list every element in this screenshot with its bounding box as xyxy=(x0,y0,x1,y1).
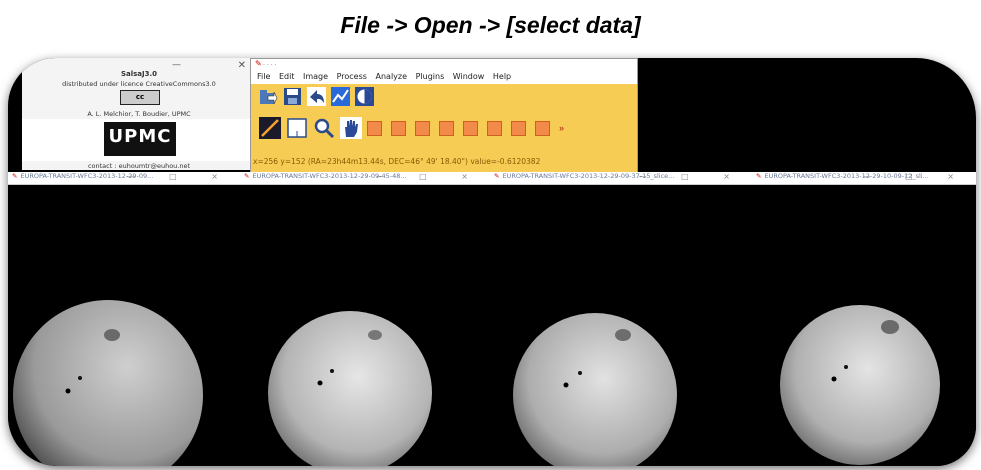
upmc-logo: UPMC xyxy=(104,122,176,156)
about-window: — ✕ SalsaJ3.0 distributed under licence … xyxy=(22,58,257,170)
open-icon[interactable] xyxy=(259,87,278,106)
contrast-icon[interactable] xyxy=(355,87,374,106)
magnifier-icon[interactable] xyxy=(313,117,335,139)
hand-icon[interactable] xyxy=(340,117,362,139)
window-controls[interactable]: — □ × xyxy=(127,172,234,181)
app-icon: ✎ xyxy=(244,172,250,180)
jupiter-image xyxy=(780,305,940,465)
image-window-title-bar: ✎ EUROPA-TRANSIT-WFC3-2013-12-29-10-09-12… xyxy=(752,172,976,185)
save-icon[interactable] xyxy=(283,87,302,106)
app-icon: ✎ xyxy=(12,172,18,180)
jupiter-image xyxy=(13,300,203,466)
menu-bar: File Edit Image Process Analyze Plugins … xyxy=(251,71,637,84)
graph-icon[interactable] xyxy=(331,87,350,106)
plugin-icon[interactable] xyxy=(415,120,430,136)
image-window-2[interactable]: ✎ EUROPA-TRANSIT-WFC3-2013-12-29-09-45-48… xyxy=(240,172,490,466)
window-controls[interactable]: — □ × xyxy=(863,172,970,181)
app-title: SalsaJ3.0 xyxy=(120,70,158,78)
plugin-icon[interactable] xyxy=(463,120,478,136)
plugin-icon[interactable] xyxy=(535,120,550,136)
contact-text: contact : euhoumtr@euhou.net xyxy=(87,162,191,170)
image-window-title-bar: ✎ EUROPA-TRANSIT-WFC3-2013-12-29-09-45-48… xyxy=(240,172,490,185)
image-window-4[interactable]: ✎ EUROPA-TRANSIT-WFC3-2013-12-29-10-09-12… xyxy=(752,172,976,466)
status-bar: x=256 y=152 (RA=23h44m13.44s, DEC=46° 49… xyxy=(253,157,541,166)
undo-icon[interactable] xyxy=(307,87,326,106)
toolbar-row-1 xyxy=(259,87,379,106)
window-controls[interactable]: — □ × xyxy=(377,172,484,181)
app-icon: ✎ xyxy=(756,172,762,180)
jupiter-image xyxy=(268,311,432,466)
image-window-1[interactable]: ✎ EUROPA-TRANSIT-WFC3-2013-12-29-09... — … xyxy=(8,172,240,466)
minimize-icon[interactable]: — xyxy=(172,60,181,70)
line-tool-icon[interactable] xyxy=(259,117,281,139)
creative-commons-badge: cc xyxy=(120,90,160,105)
plugin-icon[interactable] xyxy=(439,120,454,136)
menu-image[interactable]: Image xyxy=(303,71,328,83)
slide-caption: File -> Open -> [select data] xyxy=(340,12,641,38)
plugin-icon[interactable] xyxy=(367,120,382,136)
menu-edit[interactable]: Edit xyxy=(279,71,295,83)
more-tools-button[interactable]: » xyxy=(559,123,564,133)
main-title-bar: ✎ . . . . xyxy=(251,59,637,71)
plugin-icon[interactable] xyxy=(511,120,526,136)
main-window: ✎ . . . . File Edit Image Process Analyz… xyxy=(250,58,638,173)
plugin-icon[interactable] xyxy=(391,120,406,136)
menu-window[interactable]: Window xyxy=(453,71,485,83)
image-window-3[interactable]: ✎ EUROPA-TRANSIT-WFC3-2013-12-29-09-37-15… xyxy=(490,172,752,466)
menu-process[interactable]: Process xyxy=(337,71,367,83)
authors-text: A. L. Melchior, T. Boudier, UPMC xyxy=(87,110,191,118)
window-controls[interactable]: — □ × xyxy=(639,172,746,181)
menu-analyze[interactable]: Analyze xyxy=(376,71,408,83)
license-text: distributed under licence CreativeCommon… xyxy=(62,80,216,88)
image-window-title-bar: ✎ EUROPA-TRANSIT-WFC3-2013-12-29-09... — … xyxy=(8,172,240,185)
app-icon: ✎ xyxy=(494,172,500,180)
menu-help[interactable]: Help xyxy=(493,71,511,83)
plugin-icon[interactable] xyxy=(487,120,502,136)
menu-file[interactable]: File xyxy=(257,71,270,83)
toolbar-row-2: » xyxy=(259,117,564,139)
menu-plugins[interactable]: Plugins xyxy=(416,71,445,83)
rectangle-tool-icon[interactable] xyxy=(286,117,308,139)
image-window-title-bar: ✎ EUROPA-TRANSIT-WFC3-2013-12-29-09-37-15… xyxy=(490,172,752,185)
jupiter-image xyxy=(513,313,677,466)
screenshot-frame: — ✕ SalsaJ3.0 distributed under licence … xyxy=(8,58,976,466)
app-icon: ✎ xyxy=(255,59,262,68)
